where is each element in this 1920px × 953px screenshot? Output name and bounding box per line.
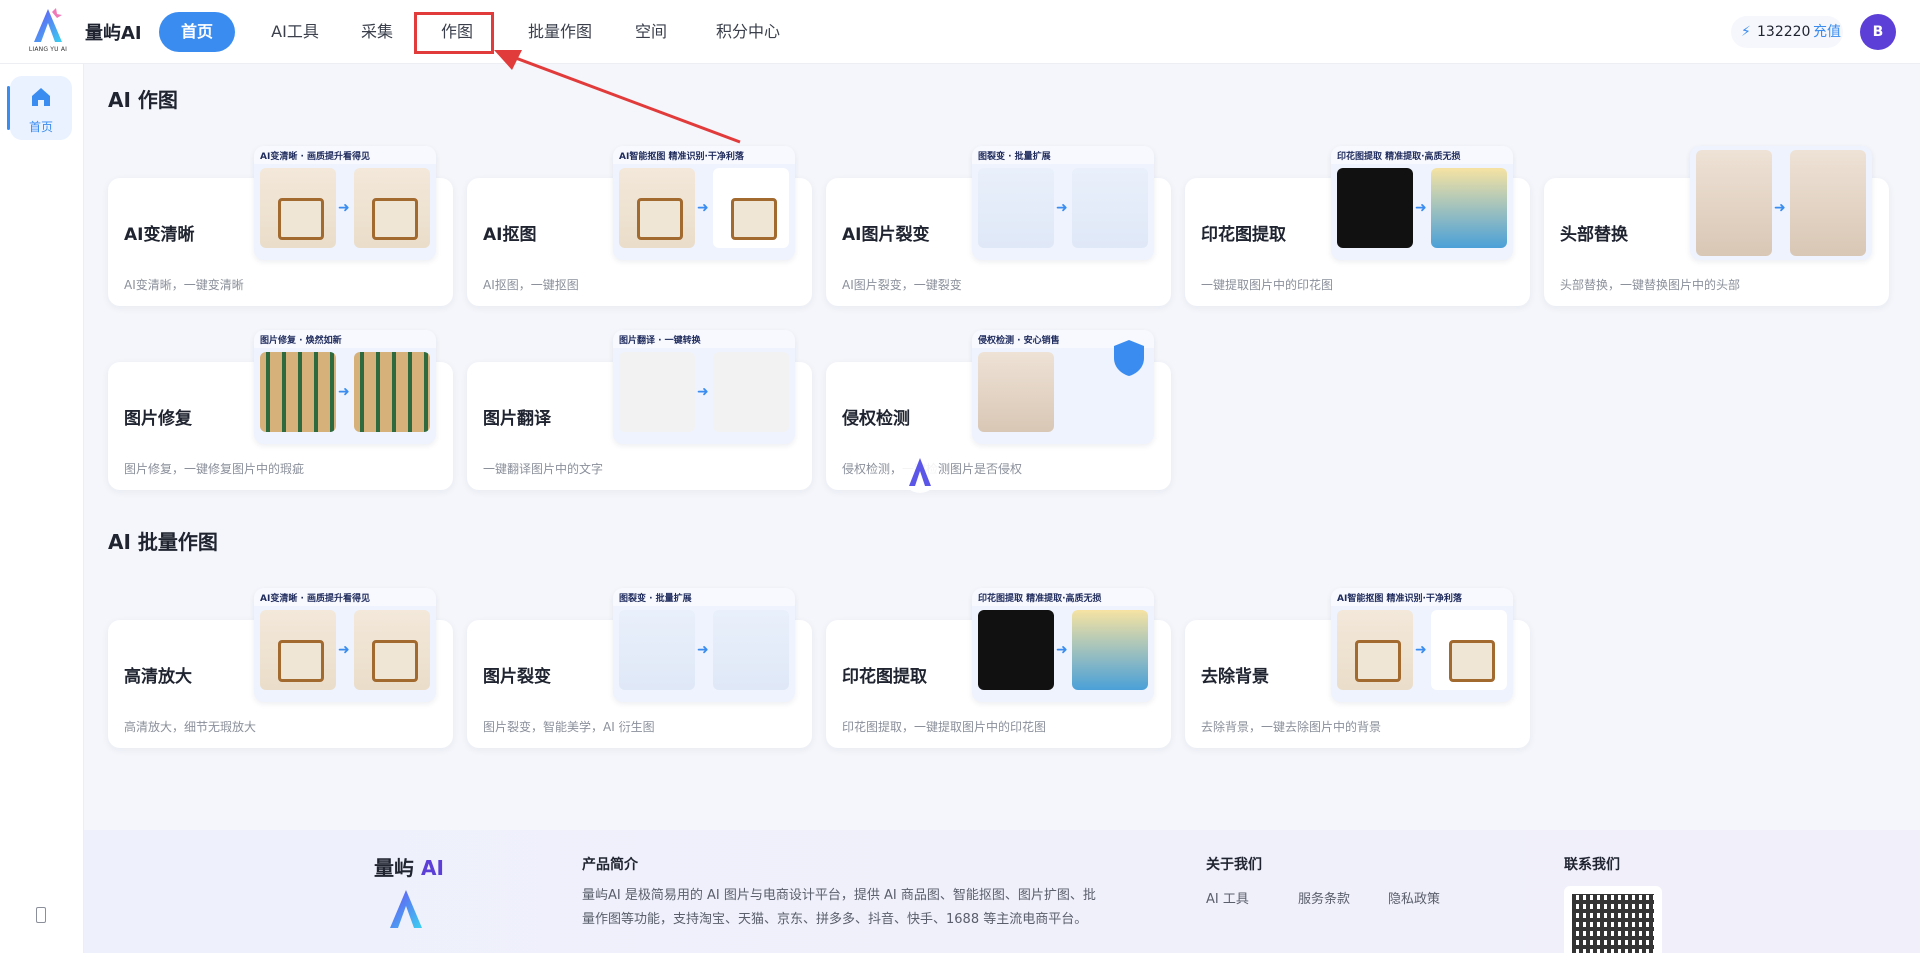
arrow-right-icon: ➜	[1056, 200, 1068, 216]
brand-name: 量屿AI	[85, 23, 142, 44]
card-title: 头部替换	[1560, 225, 1628, 245]
footer-contact-title: 联系我们	[1564, 857, 1620, 873]
thumb-caption: 图片翻译 · 一键转换	[619, 336, 701, 346]
nav-draw-highlight-box	[414, 12, 494, 54]
card-desc: 一键提取图片中的印花图	[1201, 278, 1334, 292]
card-desc: AI图片裂变，一键裂变	[842, 278, 962, 292]
sidebar-item-label: 首页	[28, 120, 53, 134]
footer-link-terms[interactable]: 服务条款	[1298, 888, 1350, 907]
shield-icon	[1114, 340, 1144, 376]
card-title: 图片裂变	[483, 667, 551, 687]
top-navbar: LIANG YU AI 量屿AI 首页 AI工具 采集 作图 批量作图 空间 积…	[0, 0, 1920, 64]
card-thumbnail: 图裂变 · 批量扩展 ➜	[972, 146, 1154, 260]
thumb-caption: 印花图提取 精准提取·高质无损	[978, 594, 1102, 604]
card-thumbnail: 印花图提取 精准提取·高质无损 ➜	[1331, 146, 1513, 260]
card-desc: AI抠图，一键抠图	[483, 278, 579, 292]
card-title: 去除背景	[1201, 667, 1269, 687]
recharge-link[interactable]: 充值	[1813, 16, 1841, 48]
logo-icon	[34, 8, 62, 42]
user-avatar[interactable]: B	[1860, 14, 1896, 50]
phone-icon[interactable]	[36, 907, 46, 923]
card-thumbnail: 图裂变 · 批量扩展 ➜	[613, 588, 795, 702]
qr-code	[1564, 886, 1662, 953]
card-desc: 一键翻译图片中的文字	[483, 462, 604, 476]
card-title: 图片修复	[124, 409, 192, 429]
thumb-caption: AI智能抠图 精准识别·干净利落	[1337, 594, 1462, 604]
card-title: 侵权检测	[842, 409, 910, 429]
footer-intro-title: 产品简介	[582, 857, 638, 873]
thumb-caption: 图裂变 · 批量扩展	[978, 152, 1051, 162]
points-badge: ⚡ 132220 充值	[1731, 16, 1843, 48]
arrow-right-icon: ➜	[338, 200, 350, 216]
nav-ai-tools[interactable]: AI工具	[255, 12, 335, 52]
nav-space[interactable]: 空间	[621, 12, 681, 52]
card-desc: 图片裂变，智能美学，AI 衍生图	[483, 720, 655, 734]
card-desc: 去除背景，一键去除图片中的背景	[1201, 720, 1382, 734]
card-title: 高清放大	[124, 667, 192, 687]
card-desc: 高清放大，细节无瑕放大	[124, 720, 257, 734]
card-thumbnail: ➜	[1690, 146, 1872, 260]
card-thumbnail: AI智能抠图 精准识别·干净利落 ➜	[613, 146, 795, 260]
card-thumbnail: 侵权检测 · 安心销售	[972, 330, 1154, 444]
card-title: 图片翻译	[483, 409, 551, 429]
section-title-batch: AI 批量作图	[108, 530, 218, 554]
sidebar: 首页	[0, 64, 84, 953]
logo-subtext: LIANG YU AI	[28, 46, 68, 53]
logo-icon	[901, 455, 939, 493]
nav-home[interactable]: 首页	[159, 12, 235, 52]
footer-link-privacy[interactable]: 隐私政策	[1388, 888, 1440, 907]
card-thumbnail: AI变清晰 · 画质提升看得见 ➜	[254, 146, 436, 260]
thumb-caption: 图片修复 · 焕然如新	[260, 336, 342, 346]
thumb-caption: AI变清晰 · 画质提升看得见	[260, 152, 371, 162]
card-title: 印花图提取	[1201, 225, 1286, 245]
logo[interactable]: LIANG YU AI	[28, 6, 68, 56]
home-icon	[32, 88, 50, 106]
footer-intro-text: 量屿AI 是极简易用的 AI 图片与电商设计平台，提供 AI 商品图、智能抠图、…	[582, 888, 1096, 927]
arrow-right-icon: ➜	[1415, 200, 1427, 216]
nav-collect[interactable]: 采集	[347, 12, 407, 52]
footer-brand: 量屿 AI	[374, 856, 444, 880]
thumb-caption: AI智能抠图 精准识别·干净利落	[619, 152, 744, 162]
card-thumbnail: AI智能抠图 精准识别·干净利落 ➜	[1331, 588, 1513, 702]
points-value: 132220	[1757, 24, 1811, 40]
arrow-right-icon: ➜	[338, 384, 350, 400]
footer-about-title: 关于我们	[1206, 857, 1262, 873]
arrow-right-icon: ➜	[697, 384, 709, 400]
nav-points-center[interactable]: 积分中心	[693, 12, 803, 52]
arrow-right-icon: ➜	[697, 642, 709, 658]
arrow-right-icon: ➜	[1774, 200, 1786, 216]
lightning-icon: ⚡	[1741, 24, 1751, 40]
thumb-caption: 侵权检测 · 安心销售	[978, 336, 1060, 346]
thumb-caption: 图裂变 · 批量扩展	[619, 594, 692, 604]
card-thumbnail: 图片修复 · 焕然如新 ➜	[254, 330, 436, 444]
card-title: 印花图提取	[842, 667, 927, 687]
footer: 量屿 AI 产品简介 量屿AI 是极简易用的 AI 图片与电商设计平台，提供 A…	[84, 830, 1920, 953]
arrow-right-icon: ➜	[1056, 642, 1068, 658]
card-desc: AI变清晰，一键变清晰	[124, 278, 244, 292]
arrow-right-icon: ➜	[697, 200, 709, 216]
section-title-ai-draw: AI 作图	[108, 88, 178, 112]
card-desc: 印花图提取，一键提取图片中的印花图	[842, 720, 1047, 734]
card-desc: 图片修复，一键修复图片中的瑕疵	[124, 462, 305, 476]
card-thumbnail: 图片翻译 · 一键转换 ➜	[613, 330, 795, 444]
footer-logo-icon	[390, 890, 422, 928]
nav-batch-draw[interactable]: 批量作图	[505, 12, 615, 52]
card-title: AI图片裂变	[842, 225, 930, 245]
sidebar-item-home[interactable]: 首页	[7, 76, 72, 140]
card-title: AI变清晰	[124, 225, 195, 245]
card-title: AI抠图	[483, 225, 537, 245]
card-thumbnail: AI变清晰 · 画质提升看得见 ➜	[254, 588, 436, 702]
floating-logo-watermark	[900, 452, 940, 500]
card-thumbnail: 印花图提取 精准提取·高质无损 ➜	[972, 588, 1154, 702]
card-desc: 头部替换，一键替换图片中的头部	[1560, 278, 1741, 292]
arrow-right-icon: ➜	[338, 642, 350, 658]
footer-link-ai-tools[interactable]: AI 工具	[1206, 888, 1249, 907]
thumb-caption: 印花图提取 精准提取·高质无损	[1337, 152, 1461, 162]
thumb-caption: AI变清晰 · 画质提升看得见	[260, 594, 371, 604]
arrow-right-icon: ➜	[1415, 642, 1427, 658]
